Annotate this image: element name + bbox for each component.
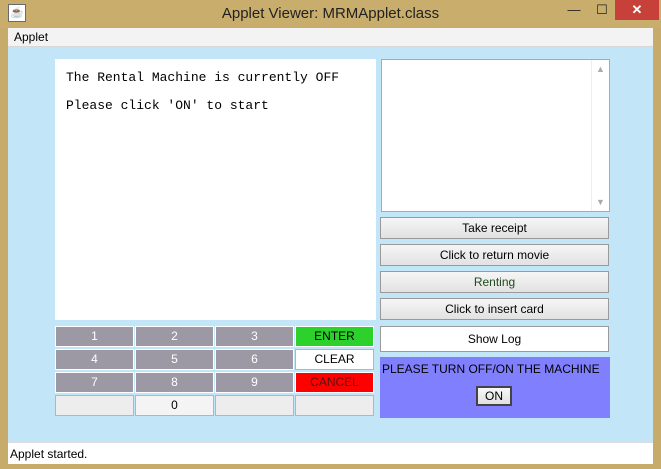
vertical-scrollbar[interactable]: ▲ ▼ <box>591 60 609 211</box>
key-blank-right[interactable] <box>295 395 374 416</box>
key-1[interactable]: 1 <box>55 326 134 347</box>
key-4[interactable]: 4 <box>55 349 134 370</box>
insert-card-button[interactable]: Click to insert card <box>380 298 609 320</box>
key-blank-left[interactable] <box>55 395 134 416</box>
status-text: Applet started. <box>10 447 88 461</box>
menu-bar: Applet <box>8 28 653 47</box>
message-panel: PLEASE TURN OFF/ON THE MACHINE ON <box>380 357 610 418</box>
scroll-down-icon[interactable]: ▼ <box>592 195 609 209</box>
renting-button[interactable]: Renting <box>380 271 609 293</box>
key-0[interactable]: 0 <box>135 395 214 416</box>
take-receipt-button[interactable]: Take receipt <box>380 217 609 239</box>
key-9[interactable]: 9 <box>215 372 294 393</box>
key-5[interactable]: 5 <box>135 349 214 370</box>
key-8[interactable]: 8 <box>135 372 214 393</box>
minimize-button[interactable]: — <box>560 0 588 20</box>
machine-screen: The Rental Machine is currently OFF Plea… <box>55 59 376 320</box>
show-log-button[interactable]: Show Log <box>380 326 609 352</box>
maximize-button[interactable]: ☐ <box>588 0 616 20</box>
applet-client-area: Applet The Rental Machine is currently O… <box>8 28 653 464</box>
clear-key[interactable]: CLEAR <box>295 349 374 370</box>
enter-key[interactable]: ENTER <box>295 326 374 347</box>
key-7[interactable]: 7 <box>55 372 134 393</box>
return-movie-button[interactable]: Click to return movie <box>380 244 609 266</box>
scroll-up-icon[interactable]: ▲ <box>592 62 609 76</box>
key-blank-middle[interactable] <box>215 395 294 416</box>
cancel-key-label: CANCEL <box>310 375 359 389</box>
message-text: PLEASE TURN OFF/ON THE MACHINE <box>382 362 600 376</box>
title-bar: ☕ Applet Viewer: MRMApplet.class — ☐ ✕ <box>0 0 661 28</box>
log-text-area[interactable]: ▲ ▼ <box>381 59 610 212</box>
key-2[interactable]: 2 <box>135 326 214 347</box>
cancel-key[interactable]: CANCEL <box>295 372 374 393</box>
menu-applet[interactable]: Applet <box>14 30 48 44</box>
status-bar: Applet started. <box>8 442 653 464</box>
key-3[interactable]: 3 <box>215 326 294 347</box>
close-button[interactable]: ✕ <box>615 0 659 20</box>
screen-line-instruction: Please click 'ON' to start <box>66 98 269 113</box>
on-button[interactable]: ON <box>476 386 512 406</box>
screen-line-status: The Rental Machine is currently OFF <box>66 70 340 85</box>
key-6[interactable]: 6 <box>215 349 294 370</box>
